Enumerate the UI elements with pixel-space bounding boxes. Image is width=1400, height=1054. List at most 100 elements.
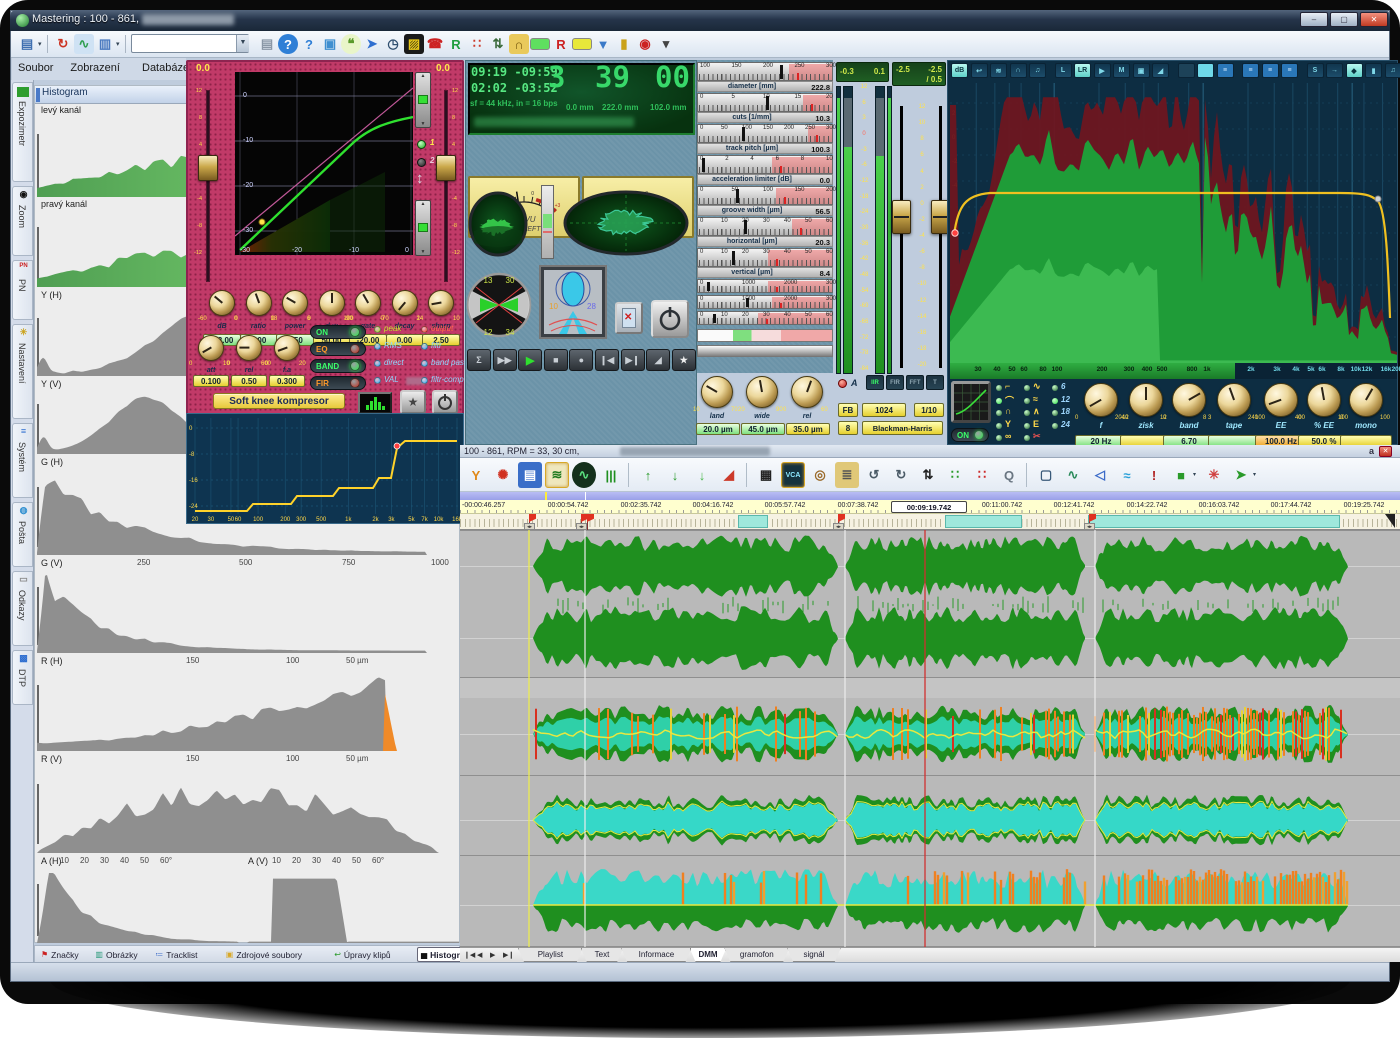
column-icon[interactable]: ▮ (614, 34, 634, 54)
spectrum-btn-19[interactable]: ◆ (1346, 63, 1363, 78)
right-fader-track[interactable] (444, 90, 448, 282)
close-button[interactable]: ✕ (1360, 12, 1388, 27)
spectrum-btn-13[interactable]: ≡ (1217, 63, 1234, 78)
transport-favorite[interactable]: ★ (672, 349, 696, 371)
spectrum-btn-16[interactable]: ≡ (1281, 63, 1298, 78)
filter-shape-icon[interactable]: ≈ (1033, 394, 1038, 404)
marker-box[interactable]: ◂▸ (576, 523, 587, 530)
eq-knob-EE[interactable] (1264, 383, 1298, 417)
fft-window-button[interactable]: Blackman-Harris (862, 421, 943, 435)
comp-knob-power[interactable] (282, 290, 308, 316)
filter-led[interactable] (996, 435, 1002, 441)
fft-mode-t[interactable]: T (926, 375, 944, 390)
comp-knob-ratio[interactable] (246, 290, 272, 316)
monitor-icon[interactable]: ▢ (1034, 462, 1058, 488)
comp-knob-dB[interactable] (209, 290, 235, 316)
sidebar-item-odkazy[interactable]: ▭Odkazy (12, 571, 33, 646)
tab-playlist[interactable]: Playlist (518, 948, 583, 962)
groove-knob-wide[interactable] (746, 376, 778, 408)
clip-down2-icon[interactable]: ↓ (690, 462, 714, 488)
refresh-icon[interactable]: ↻ (53, 34, 73, 54)
filter-shape-icon[interactable]: Y (1005, 419, 1011, 429)
filter-shape-icon[interactable]: ∩ (1005, 406, 1012, 416)
spectrum-btn-15[interactable]: ≡ (1262, 63, 1279, 78)
overflow-icon[interactable]: ▾ (656, 34, 676, 54)
record-red-icon[interactable]: R (551, 34, 571, 54)
marker-up-icon[interactable]: ↑ (636, 462, 660, 488)
tab-text[interactable]: Text (581, 948, 623, 962)
hazard-icon[interactable]: ▨ (404, 34, 424, 54)
param-slider[interactable]: 0102030405060 (697, 311, 833, 325)
filter-shape-icon[interactable]: ∞ (1005, 431, 1011, 441)
split-tool-icon[interactable]: Y (464, 462, 488, 488)
filter-led[interactable] (996, 410, 1002, 416)
scope-icon[interactable]: ∿ (572, 462, 596, 488)
record-target-icon[interactable]: ◉ (635, 34, 655, 54)
tab-značky[interactable]: ⚑Značky (37, 947, 87, 962)
sidebar-item-zoom[interactable]: ◉Zoom (12, 186, 33, 256)
layers-icon[interactable]: ≣ (835, 462, 859, 488)
lock-icon[interactable]: ∩ (509, 34, 529, 54)
spectrum-btn-14[interactable]: ≡ (1242, 63, 1259, 78)
slope-led[interactable] (1052, 385, 1058, 391)
record-green-icon[interactable]: R (446, 34, 466, 54)
gain-fader-track-left[interactable] (900, 106, 903, 368)
burst-icon[interactable]: ✺ (491, 462, 515, 488)
filter-shape-icon[interactable]: ✂ (1033, 431, 1041, 442)
matrix-icon[interactable]: ▦ (754, 462, 778, 488)
updown-arrow-icon[interactable]: ↕ (416, 170, 424, 187)
nav-first-icon[interactable]: ❙◀ (464, 951, 475, 959)
param-slider-groovewidthm[interactable]: 050100150200 (697, 186, 833, 205)
funnel-icon[interactable]: ▼ (593, 34, 613, 54)
alert-icon[interactable]: ! (1142, 462, 1166, 488)
comp-knob-decay[interactable] (392, 290, 418, 316)
comp-knob-sharp[interactable] (428, 290, 454, 316)
transport-prev[interactable]: ❙◀ (595, 349, 619, 371)
context-help-icon[interactable]: ? (299, 34, 319, 54)
ruler[interactable]: ◂▸◂▸◂▸◂▸ (460, 514, 1400, 530)
toggle-fir[interactable]: FIR (310, 376, 366, 390)
flag-icon-dropdown[interactable]: ▾ (1253, 471, 1256, 478)
spectrum-btn-10[interactable]: ◢ (1152, 63, 1169, 78)
tab-úpravy-klipů[interactable]: ↩Úpravy klipů (330, 947, 413, 962)
tab-signál[interactable]: signál (787, 948, 841, 962)
toggle-band[interactable]: BAND (310, 359, 366, 373)
transport-next[interactable]: ▶❙ (621, 349, 645, 371)
right-fader-handle[interactable] (436, 155, 456, 181)
param-slider-diametermm[interactable]: 100150200250300 (697, 62, 833, 81)
fader-pair-icon[interactable]: ⇅ (488, 34, 508, 54)
filter-led[interactable] (1024, 398, 1030, 404)
tab-zdrojové-soubory[interactable]: ▣Zdrojové soubory (222, 947, 326, 962)
soft-knee-button[interactable]: Soft knee kompresor (213, 393, 345, 409)
fft-size-button[interactable]: 1024 (862, 403, 906, 417)
spectrum-btn-12[interactable] (1197, 63, 1214, 78)
scroll-down-icon[interactable]: ▼ (416, 249, 430, 255)
eq-graph-button[interactable] (951, 381, 991, 423)
left-fader-handle[interactable] (198, 155, 218, 181)
eq-knob-f[interactable] (1084, 383, 1118, 417)
slope-led[interactable] (1052, 398, 1058, 404)
spectrum-btn-11[interactable] (1178, 63, 1195, 78)
ratio-button[interactable]: 1/10 (914, 403, 944, 417)
snail-icon[interactable]: ◎ (808, 462, 832, 488)
filter-led[interactable] (1024, 385, 1030, 391)
toggle-on[interactable]: ON (310, 325, 366, 339)
fft-mode-fir[interactable]: FIR (886, 375, 904, 390)
clip-down-icon[interactable]: ↓ (663, 462, 687, 488)
param-slider-horizontalm[interactable]: 0102030405060 (697, 217, 833, 236)
transport-stop[interactable]: ■ (544, 349, 568, 371)
dot-grid-icon[interactable]: ∷ (467, 34, 487, 54)
spectrum-btn-20[interactable]: ▮ (1365, 63, 1382, 78)
comp-knob-d-w[interactable] (319, 290, 345, 316)
help-icon[interactable]: ? (278, 34, 298, 54)
green-pill-icon[interactable] (530, 38, 550, 50)
eq-knob-band[interactable] (1172, 383, 1206, 417)
spectrum-btn-5[interactable]: L (1055, 63, 1072, 78)
transport-wait[interactable]: Σ (467, 349, 491, 371)
combobox-dropdown-icon[interactable]: ▼ (236, 35, 249, 52)
nav-last-icon[interactable]: ▶❙ (503, 951, 514, 959)
screen-icon[interactable]: ▣ (320, 34, 340, 54)
selection-segment[interactable] (1088, 515, 1340, 528)
clock-icon[interactable]: ◷ (383, 34, 403, 54)
fft-mode-fft[interactable]: FFT (906, 375, 924, 390)
